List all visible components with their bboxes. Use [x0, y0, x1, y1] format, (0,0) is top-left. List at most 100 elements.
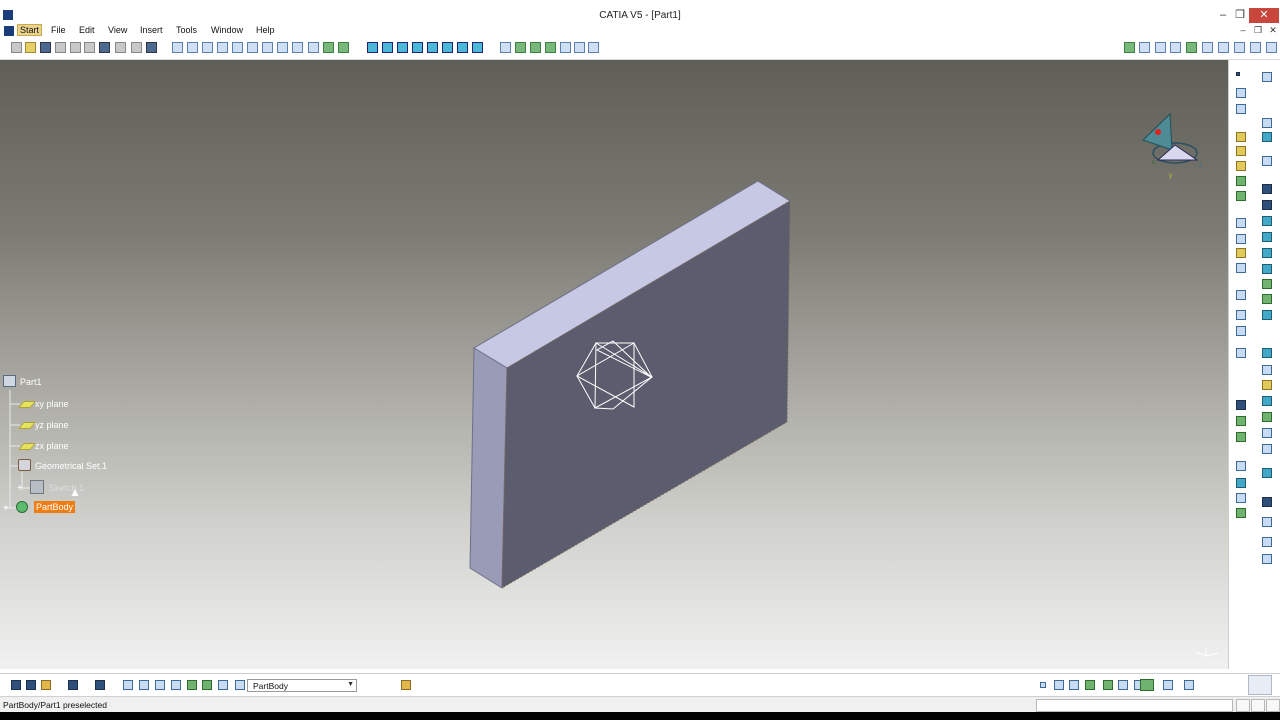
menu-help[interactable]: Help [256, 25, 275, 35]
dimension-icon[interactable] [202, 680, 212, 690]
apply-material-tool-icon[interactable] [1262, 497, 1272, 507]
body-icon[interactable] [235, 680, 245, 690]
sew-surface-tool-icon[interactable] [1262, 412, 1272, 422]
status-button-1[interactable] [1236, 699, 1250, 712]
iso-view-icon[interactable] [292, 42, 303, 53]
open-file-icon[interactable] [25, 42, 36, 53]
rib-tool-icon[interactable] [1236, 176, 1246, 186]
tools-icon[interactable] [1184, 680, 1194, 690]
pocket-icon[interactable] [382, 42, 393, 53]
menu-edit[interactable]: Edit [79, 25, 95, 35]
block-side-face[interactable] [469, 347, 508, 589]
rotate-icon[interactable] [217, 42, 228, 53]
measure-item-icon[interactable] [574, 42, 585, 53]
thread-tool-icon[interactable] [1262, 248, 1272, 258]
surface-icon[interactable] [1085, 680, 1095, 690]
parameters-icon[interactable] [1250, 42, 1261, 53]
boolean-add-tool-icon[interactable] [1262, 348, 1272, 358]
measure-icon[interactable] [560, 42, 571, 53]
multi-view-icon[interactable] [277, 42, 288, 53]
tree-node-geometrical-set[interactable]: Geometrical Set.1 [18, 458, 118, 474]
shading-icon[interactable] [308, 42, 319, 53]
rib-icon[interactable] [442, 42, 453, 53]
snap-icon[interactable] [187, 680, 197, 690]
analysis-tool-icon[interactable] [1262, 468, 1272, 478]
minimize-button[interactable]: – [1214, 8, 1232, 23]
grid-tool-icon[interactable] [1236, 326, 1246, 336]
chamfer-tool-icon[interactable] [1262, 216, 1272, 226]
menu-file[interactable]: File [51, 25, 66, 35]
tree-node-yz-plane[interactable]: yz plane [18, 417, 98, 433]
constraint-icon[interactable] [68, 680, 78, 690]
union-trim-tool-icon[interactable] [1262, 396, 1272, 406]
pocket-tool-icon[interactable] [1262, 132, 1272, 142]
rotate-view-icon[interactable] [123, 680, 133, 690]
constraint-tool-icon[interactable] [1236, 461, 1246, 471]
tree-node-xy-plane[interactable]: xy plane [18, 396, 98, 412]
shell-tool-icon[interactable] [1262, 232, 1272, 242]
translation-tool-icon[interactable] [1262, 279, 1272, 289]
symmetry-tool-icon[interactable] [1262, 294, 1272, 304]
axis-system-icon[interactable] [545, 42, 556, 53]
layer-icon[interactable] [218, 680, 228, 690]
tree-node-zx-plane[interactable]: zx plane [18, 438, 98, 454]
plane-icon[interactable] [500, 42, 511, 53]
tree-node-part1[interactable]: Part1 [3, 374, 83, 390]
multi-section-tool-icon[interactable] [1262, 200, 1272, 210]
fly-mode-icon[interactable] [172, 42, 183, 53]
new-file-icon[interactable] [11, 42, 22, 53]
scale-tool-icon[interactable] [1236, 348, 1246, 358]
paste-icon[interactable] [99, 42, 110, 53]
copy-icon[interactable] [84, 42, 95, 53]
arc-icon[interactable] [1069, 680, 1079, 690]
curvature-tool-icon[interactable] [1236, 493, 1246, 503]
menu-start[interactable]: Start [17, 24, 43, 36]
update-tool-icon[interactable] [1262, 554, 1272, 564]
pad-icon[interactable] [367, 42, 378, 53]
lights-icon[interactable] [1155, 42, 1166, 53]
spline-icon[interactable] [1054, 680, 1064, 690]
annotation-tool-icon[interactable] [1262, 444, 1272, 454]
toolbar-overflow-icon[interactable] [1266, 42, 1277, 53]
zoom-out-icon[interactable] [247, 42, 258, 53]
save-icon[interactable] [40, 42, 51, 53]
current-body-select[interactable]: PartBody ▼ [247, 679, 357, 692]
whats-this-icon[interactable] [146, 42, 157, 53]
measure-inertia-icon[interactable] [588, 42, 599, 53]
catalog-browser-icon[interactable] [1140, 679, 1154, 691]
mirror-tool-icon[interactable] [1236, 310, 1246, 320]
cut-icon[interactable] [70, 42, 81, 53]
publication-icon[interactable] [401, 680, 411, 690]
slot-icon[interactable] [457, 42, 468, 53]
status-button-3[interactable] [1266, 699, 1280, 712]
apply-material-icon[interactable] [1124, 42, 1135, 53]
remove-face-tool-icon[interactable] [1236, 263, 1246, 273]
thick-surface-tool-icon[interactable] [1262, 428, 1272, 438]
point-tool-icon[interactable] [1236, 72, 1240, 76]
tree-node-partbody[interactable]: + PartBody [3, 500, 83, 516]
insert-body-icon[interactable] [95, 680, 105, 690]
intersect-tool-icon[interactable] [1262, 380, 1272, 390]
reorder-tool-icon[interactable] [1262, 517, 1272, 527]
plane-tool-icon[interactable] [1236, 104, 1246, 114]
menu-insert[interactable]: Insert [140, 25, 163, 35]
update-icon[interactable] [41, 680, 51, 690]
boolean-remove-tool-icon[interactable] [1262, 365, 1272, 375]
sketcher-icon[interactable] [11, 680, 21, 690]
groove-tool-icon[interactable] [1262, 156, 1272, 166]
ruler-icon[interactable] [171, 680, 181, 690]
normal-view-icon[interactable] [262, 42, 273, 53]
tree-node-sketch[interactable]: + Sketch.1 ▲ [17, 480, 87, 499]
pad-tool-icon[interactable] [1236, 132, 1246, 142]
redo-icon[interactable] [131, 42, 142, 53]
compass-icon[interactable]: x y z [1142, 112, 1202, 179]
hide-show-icon[interactable] [323, 42, 334, 53]
undo-icon[interactable] [115, 42, 126, 53]
pattern-tool-icon[interactable] [1262, 310, 1272, 320]
print-icon[interactable] [55, 42, 66, 53]
groove-icon[interactable] [412, 42, 423, 53]
draft-tool-icon[interactable] [1236, 234, 1246, 244]
split-tool-icon[interactable] [1236, 400, 1246, 410]
replace-face-tool-icon[interactable] [1262, 264, 1272, 274]
fit-all-icon[interactable] [187, 42, 198, 53]
